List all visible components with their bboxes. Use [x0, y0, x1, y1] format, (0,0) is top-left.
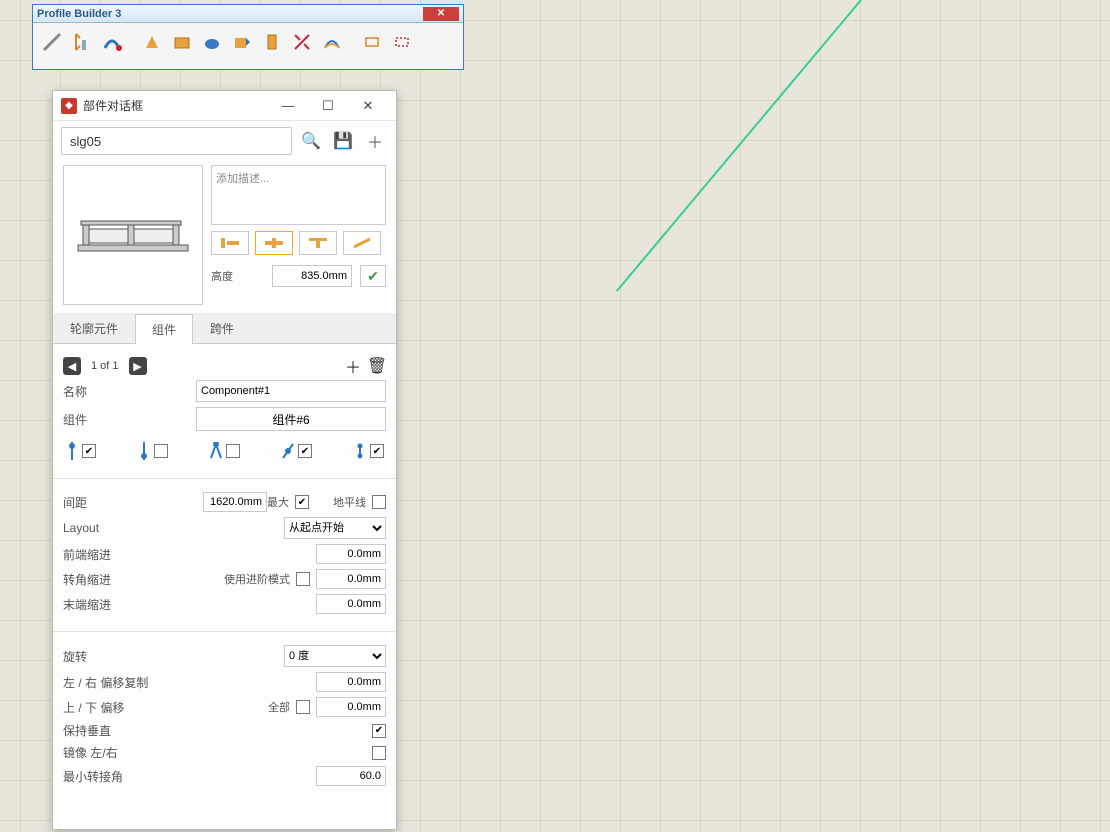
front-indent-input[interactable] [316, 544, 386, 564]
toolbar-title: Profile Builder 3 [37, 8, 121, 20]
align-center-button[interactable] [255, 231, 293, 255]
align-left-button[interactable] [211, 231, 249, 255]
add-component-button[interactable]: ＋ [344, 357, 362, 375]
maximize-button[interactable]: ☐ [308, 92, 348, 120]
minimize-button[interactable]: — [268, 92, 308, 120]
keep-vertical-label: 保持垂直 [63, 722, 372, 739]
tool-extrude-icon[interactable] [139, 29, 165, 55]
min-turn-label: 最小转接角 [63, 768, 316, 785]
corner-step-checkbox[interactable] [296, 572, 310, 586]
rotate-select[interactable]: 0 度 [284, 645, 386, 667]
description-input[interactable]: 添加描述... [211, 165, 386, 225]
toolbar-close-button[interactable]: ✕ [423, 7, 459, 21]
max-label: 最大 [267, 494, 289, 510]
anchor-start-checkbox[interactable] [82, 444, 96, 458]
tool-profile-icon[interactable] [39, 29, 65, 55]
spacing-input[interactable] [203, 492, 267, 512]
tool-push-icon[interactable] [199, 29, 225, 55]
ud-offset-input[interactable] [316, 697, 386, 717]
tool-stamp-icon[interactable] [259, 29, 285, 55]
layout-label: Layout [63, 521, 284, 535]
mirror-lr-checkbox[interactable] [372, 746, 386, 760]
anchor-corner-icon [209, 442, 223, 460]
tool-path-icon[interactable] [319, 29, 345, 55]
corner-indent-input[interactable] [316, 569, 386, 589]
layout-select[interactable]: 从起点开始 [284, 517, 386, 539]
add-icon[interactable]: ＋ [362, 128, 388, 154]
name-label: 名称 [63, 383, 123, 400]
anchor-start-icon [65, 442, 79, 460]
tool-rect-b-icon[interactable] [389, 29, 415, 55]
anchor-end-checkbox[interactable] [154, 444, 168, 458]
tab-profile[interactable]: 轮廓元件 [53, 313, 135, 343]
sketchup-icon: ◆ [61, 98, 77, 114]
component-label: 组件 [63, 411, 123, 428]
all-label: 全部 [268, 699, 290, 715]
tool-follow-icon[interactable] [99, 29, 125, 55]
anchor-mid-icon [281, 442, 295, 460]
preview-railing-icon [73, 200, 193, 270]
rotate-label: 旋转 [63, 648, 284, 665]
delete-component-button[interactable]: 🗑 [368, 357, 386, 375]
corner-step-label: 使用进阶模式 [224, 571, 290, 587]
end-indent-input[interactable] [316, 594, 386, 614]
anchor-segment-icon [353, 442, 367, 460]
dialog-title: 部件对话框 [83, 97, 268, 114]
anchor-mid-checkbox[interactable] [298, 444, 312, 458]
height-label: 高度 [211, 268, 233, 284]
tool-paint-icon[interactable] [229, 29, 255, 55]
end-indent-label: 末端缩进 [63, 596, 316, 613]
pager-prev-button[interactable]: ◀ [63, 357, 81, 375]
profile-builder-toolbar: Profile Builder 3 ✕ [32, 4, 464, 70]
tool-height-icon[interactable] [69, 29, 95, 55]
tool-trim-icon[interactable] [289, 29, 315, 55]
anchor-corner-checkbox[interactable] [226, 444, 240, 458]
keep-vertical-checkbox[interactable] [372, 724, 386, 738]
pager-next-button[interactable]: ▶ [129, 357, 147, 375]
tool-rect-a-icon[interactable] [359, 29, 385, 55]
all-checkbox[interactable] [296, 700, 310, 714]
mirror-lr-label: 镜像 左/右 [63, 744, 372, 761]
height-confirm-button[interactable]: ✔ [360, 265, 386, 287]
tool-box-icon[interactable] [169, 29, 195, 55]
front-indent-label: 前端缩进 [63, 546, 316, 563]
search-icon[interactable]: 🔍 [298, 128, 324, 154]
align-top-button[interactable] [299, 231, 337, 255]
anchor-end-icon [137, 442, 151, 460]
close-button[interactable]: ✕ [348, 92, 388, 120]
name-input[interactable] [196, 380, 386, 402]
search-input[interactable] [61, 127, 292, 155]
anchor-segment-checkbox[interactable] [370, 444, 384, 458]
pager-text: 1 of 1 [91, 360, 119, 372]
tab-span[interactable]: 跨件 [193, 313, 251, 343]
tab-component[interactable]: 组件 [135, 314, 193, 344]
component-select-button[interactable]: 组件#6 [196, 407, 386, 431]
align-diag-button[interactable] [343, 231, 381, 255]
lr-offset-label: 左 / 右 偏移复制 [63, 674, 316, 691]
ud-offset-label: 上 / 下 偏移 [63, 699, 268, 716]
height-input[interactable] [272, 265, 352, 287]
preview-thumbnail [63, 165, 203, 305]
horizon-checkbox[interactable] [372, 495, 386, 509]
max-checkbox[interactable] [295, 495, 309, 509]
corner-indent-label: 转角缩进 [63, 571, 224, 588]
min-turn-input[interactable] [316, 766, 386, 786]
horizon-label: 地平线 [333, 494, 366, 510]
save-icon[interactable]: 💾 [330, 128, 356, 154]
lr-offset-input[interactable] [316, 672, 386, 692]
component-dialog: ◆ 部件对话框 — ☐ ✕ 🔍 💾 ＋ 添 [52, 90, 397, 830]
